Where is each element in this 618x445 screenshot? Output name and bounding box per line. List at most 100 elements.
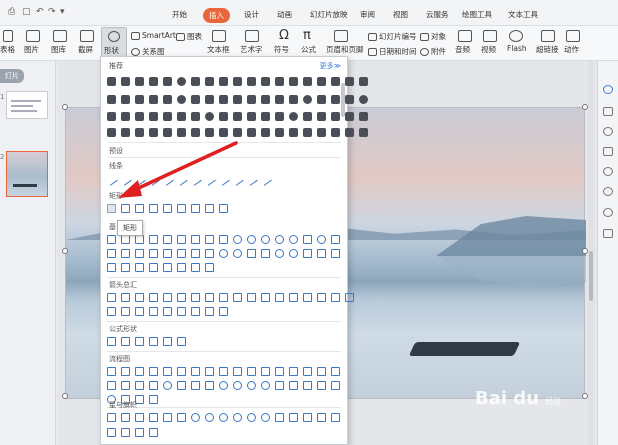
shape-option[interactable]	[107, 428, 116, 437]
shape-option[interactable]	[233, 128, 242, 137]
undo-icon[interactable]: ↶	[36, 7, 44, 17]
shape-option[interactable]	[191, 367, 200, 376]
shape-option[interactable]	[135, 235, 144, 244]
canvas-scrollbar[interactable]	[588, 61, 594, 445]
shape-option[interactable]	[345, 293, 354, 302]
video-button[interactable]: 视频	[481, 44, 496, 55]
shape-option[interactable]	[135, 381, 144, 390]
slide-thumbnail-1[interactable]	[6, 91, 48, 119]
shape-option[interactable]	[177, 77, 186, 86]
shape-option[interactable]	[163, 112, 172, 121]
shape-option[interactable]	[177, 381, 186, 390]
shape-option[interactable]	[149, 112, 158, 121]
shape-option[interactable]	[303, 112, 312, 121]
rectangle-shape[interactable]	[107, 204, 116, 213]
shape-option[interactable]	[121, 112, 130, 121]
shape-option[interactable]	[163, 204, 172, 213]
shape-option[interactable]	[177, 367, 186, 376]
shape-option[interactable]	[359, 77, 368, 86]
shape-option[interactable]	[317, 413, 326, 422]
tab-start[interactable]: 开始	[172, 9, 187, 20]
shape-option[interactable]	[331, 112, 340, 121]
shape-option[interactable]	[149, 77, 158, 86]
tab-drawing-tools[interactable]: 绘图工具	[462, 9, 492, 20]
header-footer-button[interactable]: 页眉和页脚	[326, 44, 364, 55]
shape-option[interactable]	[205, 235, 214, 244]
shape-option[interactable]	[177, 249, 186, 258]
shape-option[interactable]	[345, 128, 354, 137]
shape-option[interactable]	[233, 249, 242, 258]
shape-option[interactable]	[135, 95, 144, 104]
shape-option[interactable]	[331, 235, 340, 244]
shape-option[interactable]	[303, 293, 312, 302]
shape-option[interactable]	[247, 77, 256, 86]
shape-option[interactable]	[149, 413, 158, 422]
shape-option[interactable]	[303, 235, 312, 244]
shape-option[interactable]	[149, 204, 158, 213]
shape-option[interactable]	[289, 381, 298, 390]
shape-option[interactable]	[317, 77, 326, 86]
shape-option[interactable]	[205, 263, 214, 272]
shape-option[interactable]	[107, 337, 116, 346]
shape-option[interactable]	[275, 77, 284, 86]
shape-option[interactable]	[219, 367, 228, 376]
shape-option[interactable]	[121, 381, 130, 390]
resize-handle[interactable]	[62, 393, 68, 399]
shape-option[interactable]	[261, 235, 270, 244]
copy-icon[interactable]	[603, 107, 613, 116]
shape-option[interactable]	[345, 77, 354, 86]
gallery-button[interactable]: 图库	[51, 44, 66, 55]
tab-design[interactable]: 设计	[244, 9, 259, 20]
shape-option[interactable]	[331, 77, 340, 86]
shape-option[interactable]	[163, 263, 172, 272]
shape-option[interactable]	[107, 249, 116, 258]
shape-option[interactable]	[331, 95, 340, 104]
shape-option[interactable]	[317, 293, 326, 302]
shape-option[interactable]	[191, 235, 200, 244]
shape-option[interactable]	[205, 307, 214, 316]
shape-option[interactable]	[135, 413, 144, 422]
shape-option[interactable]	[177, 95, 186, 104]
shape-option[interactable]	[289, 413, 298, 422]
shape-option[interactable]	[149, 337, 158, 346]
shape-option[interactable]	[289, 77, 298, 86]
shape-option[interactable]	[247, 381, 256, 390]
shape-option[interactable]	[303, 249, 312, 258]
shape-option[interactable]	[275, 128, 284, 137]
shape-option[interactable]	[219, 128, 228, 137]
shape-option[interactable]	[121, 204, 130, 213]
help-icon[interactable]	[603, 208, 613, 217]
shape-option[interactable]	[191, 204, 200, 213]
shape-option[interactable]	[261, 249, 270, 258]
shape-option[interactable]	[119, 173, 132, 186]
shape-button-highlight[interactable]: 形状	[101, 27, 127, 58]
shape-option[interactable]	[359, 112, 368, 121]
shape-option[interactable]	[247, 128, 256, 137]
more-shapes-link[interactable]: 更多≫	[320, 61, 341, 71]
shape-option[interactable]	[163, 95, 172, 104]
shape-option[interactable]	[149, 128, 158, 137]
preview-icon[interactable]: ▢	[22, 7, 31, 17]
shape-option[interactable]	[191, 77, 200, 86]
grid-icon[interactable]	[603, 229, 613, 238]
shape-option[interactable]	[261, 112, 270, 121]
shape-option[interactable]	[233, 367, 242, 376]
shape-option[interactable]	[231, 173, 244, 186]
shape-option[interactable]	[107, 128, 116, 137]
shape-option[interactable]	[107, 77, 116, 86]
shape-option[interactable]	[163, 235, 172, 244]
shape-option[interactable]	[135, 428, 144, 437]
shape-option[interactable]	[219, 381, 228, 390]
shape-option[interactable]	[107, 293, 116, 302]
shape-option[interactable]	[121, 307, 130, 316]
shape-option[interactable]	[261, 413, 270, 422]
shape-option[interactable]	[219, 249, 228, 258]
shape-option[interactable]	[275, 112, 284, 121]
shape-option[interactable]	[303, 381, 312, 390]
symbol-button[interactable]: 符号	[274, 44, 289, 55]
shape-option[interactable]	[303, 95, 312, 104]
shape-option[interactable]	[331, 367, 340, 376]
shape-option[interactable]	[219, 307, 228, 316]
hyperlink-button[interactable]: 超链接	[536, 44, 559, 55]
shape-option[interactable]	[177, 413, 186, 422]
